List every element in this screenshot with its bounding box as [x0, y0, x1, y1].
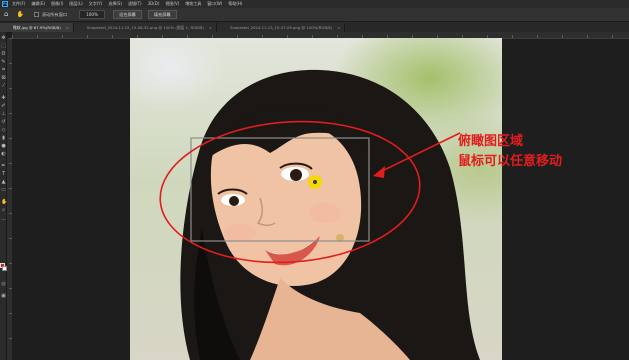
brush-tool-icon[interactable]: ✐ — [1, 104, 6, 109]
zoom-field[interactable]: 100% — [79, 10, 106, 19]
tab-label: 微软.jpg @ 67.9%(RGB/8) — [13, 25, 61, 30]
menu-select[interactable]: 选择(S) — [108, 0, 122, 8]
options-bar: ⌂ ✋ 滚动所有窗口 100% 适合屏幕 填充屏幕 — [0, 8, 629, 22]
move-tool-icon[interactable]: ✥ — [1, 36, 6, 41]
dodge-tool-icon[interactable]: ◐ — [1, 152, 6, 157]
eyedropper-tool-icon[interactable]: ⁄ — [1, 84, 6, 89]
tab-label: Snapseed_2024-11-15_15-47-09.png @ 100%(… — [230, 25, 333, 30]
vertical-ruler[interactable] — [7, 38, 12, 360]
document-tab[interactable]: Snapseed_2024-11-15_15-47-09.png @ 100%(… — [217, 23, 346, 32]
menu-3d[interactable]: 3D(D) — [148, 0, 160, 8]
document-tab[interactable]: 微软.jpg @ 67.9%(RGB/8) × — [0, 23, 74, 32]
menu-layer[interactable]: 图层(L) — [69, 0, 82, 8]
lasso-tool-icon[interactable]: ʘ — [1, 52, 6, 57]
menu-plugins[interactable]: 增效工具 — [185, 0, 201, 8]
zoom-tool-icon[interactable]: ✋ — [16, 11, 23, 18]
annotation-text-line1: 俯瞰图区域 — [458, 134, 524, 149]
history-brush-tool-icon[interactable]: ↺ — [1, 120, 6, 125]
home-icon[interactable]: ⌂ — [4, 8, 8, 21]
menu-window[interactable]: 窗口(W) — [207, 0, 222, 8]
crop-tool-icon[interactable]: ⌗ — [1, 68, 6, 73]
path-select-tool-icon[interactable]: ▲ — [1, 180, 6, 185]
clone-stamp-tool-icon[interactable]: ⊥ — [1, 112, 6, 117]
menu-file[interactable]: 文件(F) — [12, 0, 25, 8]
marquee-tool-icon[interactable]: ⬚ — [1, 44, 6, 49]
menu-bar: Ps 文件(F) 编辑(E) 图像(I) 图层(L) 文字(Y) 选择(S) 滤… — [0, 0, 629, 8]
photoshop-logo: Ps — [2, 1, 8, 7]
scroll-all-label: 滚动所有窗口 — [41, 11, 68, 17]
more-tools-icon[interactable]: ⋯ — [1, 218, 6, 223]
menu-filter[interactable]: 滤镜(T) — [128, 0, 142, 8]
menu-type[interactable]: 文字(Y) — [89, 0, 103, 8]
zoom-tool-icon[interactable]: ⌕ — [1, 208, 6, 213]
frame-tool-icon[interactable]: ⊠ — [1, 76, 6, 81]
healing-brush-tool-icon[interactable]: ✚ — [1, 96, 6, 101]
toolbox: ✥ ⬚ ʘ ✎ ⌗ ⊠ ⁄ ✚ ✐ ⊥ ↺ ◇ ▮ ● ◐ ✒ T ▲ ▭ ✋ … — [0, 32, 7, 360]
quick-mask-icon[interactable]: ◎ — [1, 282, 6, 287]
background-color-swatch[interactable] — [2, 266, 7, 271]
menu-image[interactable]: 图像(I) — [51, 0, 63, 8]
annotation-text-line2: 鼠标可以任意移动 — [458, 154, 563, 169]
menu-view[interactable]: 视图(V) — [165, 0, 179, 8]
menu-edit[interactable]: 编辑(E) — [31, 0, 45, 8]
fit-screen-button[interactable]: 适合屏幕 — [113, 10, 142, 19]
portrait-photo — [159, 69, 480, 360]
document-tab[interactable]: Snapseed_2024-11-15_15-08-32.png @ 100% … — [73, 23, 218, 32]
scroll-all-checkbox[interactable] — [33, 12, 39, 17]
document-tabs: 微软.jpg @ 67.9%(RGB/8) × Snapseed_2024-11… — [0, 22, 629, 32]
close-icon[interactable]: × — [209, 23, 212, 32]
close-icon[interactable]: × — [66, 23, 69, 32]
hand-tool-icon[interactable]: ✋ — [1, 200, 7, 205]
menu-help[interactable]: 帮助(H) — [228, 0, 242, 8]
tab-label: Snapseed_2024-11-15_15-08-32.png @ 100% … — [86, 25, 204, 30]
gradient-tool-icon[interactable]: ▮ — [1, 136, 6, 141]
close-icon[interactable]: × — [337, 23, 340, 32]
eraser-tool-icon[interactable]: ◇ — [1, 128, 6, 133]
type-tool-icon[interactable]: T — [1, 172, 6, 177]
pen-tool-icon[interactable]: ✒ — [1, 164, 6, 169]
fill-screen-button[interactable]: 填充屏幕 — [147, 10, 177, 19]
document-canvas[interactable] — [130, 38, 502, 360]
screen-mode-icon[interactable]: ▣ — [1, 294, 6, 299]
blur-tool-icon[interactable]: ● — [1, 144, 6, 149]
shape-tool-icon[interactable]: ▭ — [1, 188, 6, 193]
quick-select-tool-icon[interactable]: ✎ — [1, 60, 6, 65]
